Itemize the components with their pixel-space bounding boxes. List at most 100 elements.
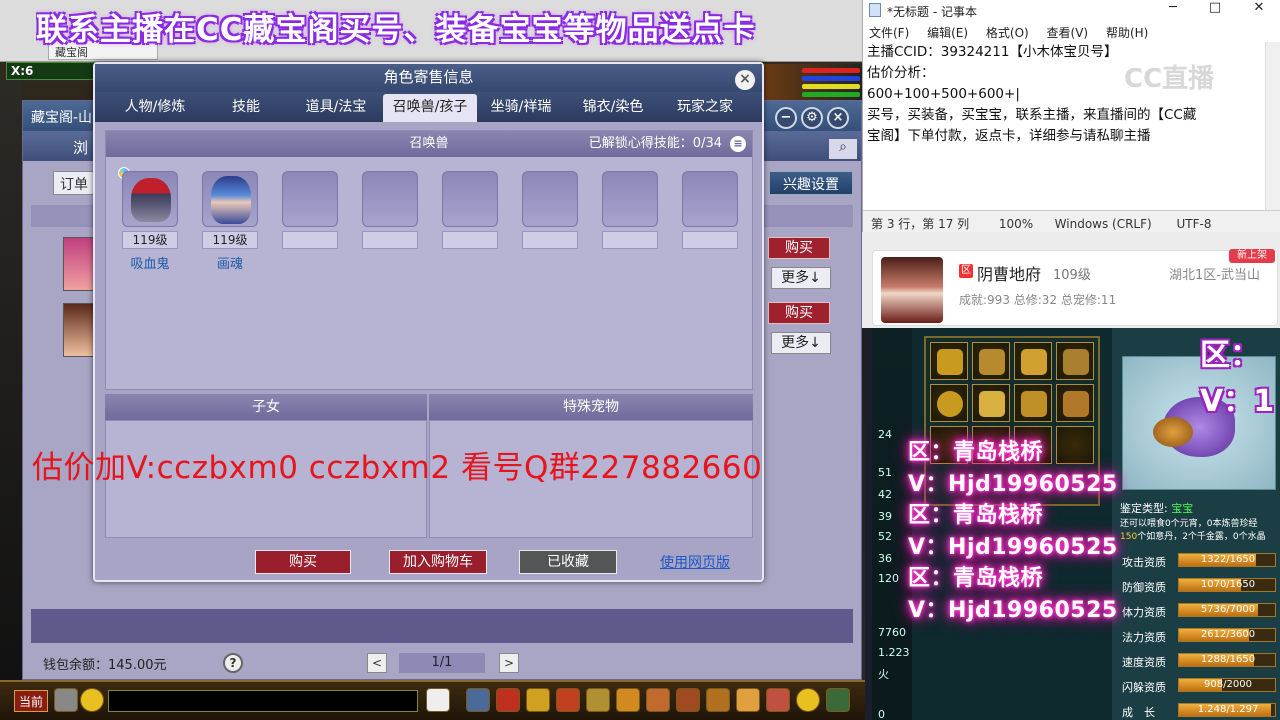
minimize-button[interactable]: ─ bbox=[1153, 0, 1193, 20]
chat-input[interactable] bbox=[108, 690, 418, 712]
text-line: 买号，买装备，买宝宝，联系主播，来直播间的【CC藏 bbox=[867, 107, 1197, 123]
tab-mounts[interactable]: 坐骑/祥瑞 bbox=[481, 94, 561, 122]
menu-view[interactable]: 查看(V) bbox=[1047, 26, 1089, 40]
pet-slot-empty bbox=[362, 171, 418, 227]
bell-icon bbox=[979, 391, 1005, 417]
items-icon[interactable] bbox=[496, 688, 520, 712]
equip-slot[interactable] bbox=[972, 342, 1010, 380]
smile-icon[interactable] bbox=[796, 688, 820, 712]
equip-slot[interactable] bbox=[930, 384, 968, 422]
equip-slot[interactable] bbox=[1056, 342, 1094, 380]
equip-slot[interactable] bbox=[1014, 342, 1052, 380]
attack-icon[interactable] bbox=[466, 688, 490, 712]
pet-level-empty bbox=[282, 231, 338, 249]
quests-icon[interactable] bbox=[646, 688, 670, 712]
pet-slot-empty bbox=[442, 171, 498, 227]
exp-bar bbox=[802, 92, 860, 97]
pet-name[interactable]: 吸血鬼 bbox=[122, 253, 178, 272]
pet-level: 119级 bbox=[122, 231, 178, 249]
chat-channel-current[interactable]: 当前 bbox=[14, 690, 48, 712]
next-page-button[interactable]: > bbox=[499, 653, 519, 673]
aptitude-label: 法力资质 bbox=[1122, 631, 1166, 644]
aptitude-bar: 1288/1650 bbox=[1178, 653, 1276, 667]
team-icon[interactable] bbox=[586, 688, 610, 712]
account-card[interactable]: 区 阴曹地府 109级 湖北1区-武当山 成就:993 总修:32 总宠修:11… bbox=[872, 249, 1278, 326]
emoji-icon[interactable] bbox=[80, 688, 104, 712]
promo-banner-overlay: 联系主播在CC藏宝阁买号、装备宝宝等物品送点卡 bbox=[36, 12, 756, 48]
pet-level-empty bbox=[522, 231, 578, 249]
aptitude-value: 908/2000 bbox=[1204, 679, 1252, 690]
character-stats: 成就:993 总修:32 总宠修:11 bbox=[959, 293, 1117, 307]
tab-home[interactable]: 玩家之家 bbox=[665, 94, 745, 122]
game-bottom-hud: 当前 bbox=[0, 680, 865, 720]
buy-button[interactable]: 购买 bbox=[768, 302, 830, 324]
neon-region-line: 区：青岛栈桥 bbox=[908, 503, 1044, 528]
tab-outfits[interactable]: 锦衣/染色 bbox=[573, 94, 653, 122]
menu-icon[interactable]: ≡ bbox=[730, 136, 746, 152]
server-name: 湖北1区-武当山 bbox=[1169, 268, 1260, 283]
game-client: 藏宝阁 联系主播在CC藏宝阁买号、装备宝宝等物品送点卡 X:6 藏宝阁-山 − … bbox=[0, 0, 865, 720]
list-item-avatar[interactable] bbox=[63, 237, 95, 291]
activity-icon[interactable] bbox=[766, 688, 790, 712]
avatar bbox=[881, 257, 943, 323]
list-item-avatar[interactable] bbox=[63, 303, 95, 357]
sub-section-headers: 子女 特殊宠物 bbox=[105, 394, 753, 420]
aptitude-bar: 2612/3600 bbox=[1178, 628, 1276, 642]
menu-help[interactable]: 帮助(H) bbox=[1106, 26, 1148, 40]
tab-pets[interactable]: 召唤兽/孩子 bbox=[383, 94, 477, 122]
pet-slot[interactable] bbox=[202, 171, 258, 227]
attribute-strip: 24 51 42 39 52 36 120 7760 1.223 火 0 bbox=[872, 328, 912, 720]
aptitude-value: 2612/3600 bbox=[1200, 629, 1256, 640]
system-icon[interactable] bbox=[826, 688, 850, 712]
tab-items[interactable]: 道具/法宝 bbox=[293, 94, 379, 122]
equip-slot[interactable] bbox=[930, 342, 968, 380]
cursor-position: 第 3 行，第 17 列 bbox=[871, 217, 970, 231]
buy-button[interactable]: 购买 bbox=[768, 237, 830, 259]
menu-format[interactable]: 格式(O) bbox=[986, 26, 1029, 40]
more-button[interactable]: 更多↓ bbox=[771, 332, 831, 354]
vertical-scrollbar[interactable] bbox=[1265, 42, 1280, 210]
tab-skills[interactable]: 技能 bbox=[211, 94, 281, 122]
prev-page-button[interactable]: < bbox=[367, 653, 387, 673]
settings-icon[interactable]: ⚙ bbox=[801, 107, 823, 129]
menu-file[interactable]: 文件(F) bbox=[869, 26, 909, 40]
tab-character[interactable]: 人物/修炼 bbox=[113, 94, 197, 122]
search-icon[interactable]: ⌕ bbox=[829, 139, 857, 159]
menu-edit[interactable]: 编辑(E) bbox=[927, 26, 968, 40]
more-button[interactable]: 更多↓ bbox=[771, 267, 831, 289]
add-to-cart-button[interactable]: 加入购物车 bbox=[389, 550, 487, 574]
painted-soul-pet-icon bbox=[211, 176, 251, 224]
help-icon[interactable]: ? bbox=[223, 653, 243, 673]
guild-icon[interactable] bbox=[676, 688, 700, 712]
skills-icon[interactable] bbox=[616, 688, 640, 712]
minimize-icon[interactable]: − bbox=[775, 107, 797, 129]
equip-slot[interactable] bbox=[1014, 384, 1052, 422]
pet-hud-icon[interactable] bbox=[426, 688, 450, 712]
close-icon[interactable]: × bbox=[735, 70, 755, 90]
vampire-pet-icon bbox=[131, 178, 171, 222]
aptitude-value: 1.248/1.297 bbox=[1197, 704, 1259, 715]
pet-slot[interactable] bbox=[122, 171, 178, 227]
aptitude-label: 成 长 bbox=[1122, 706, 1155, 719]
player-status-bars bbox=[762, 64, 865, 100]
attr-value: 52 bbox=[878, 530, 892, 543]
estimate-overlay-text: 估价加V:cczbxm0 cczbxm2 看号Q群227882660 bbox=[32, 450, 763, 486]
close-button[interactable]: ✕ bbox=[1239, 0, 1279, 20]
favorited-button[interactable]: 已收藏 bbox=[519, 550, 617, 574]
interest-settings-button[interactable]: 兴趣设置 bbox=[769, 171, 853, 195]
close-icon[interactable]: × bbox=[827, 107, 849, 129]
nav-browse[interactable]: 浏 bbox=[73, 139, 88, 157]
pet-name[interactable]: 画魂 bbox=[202, 253, 258, 272]
use-web-version-link[interactable]: 使用网页版 bbox=[660, 552, 730, 572]
attr-value: 1.223 bbox=[878, 646, 910, 659]
shop-icon[interactable] bbox=[736, 688, 760, 712]
trade-icon[interactable] bbox=[556, 688, 580, 712]
buy-button[interactable]: 购买 bbox=[255, 550, 351, 574]
friends-icon[interactable] bbox=[706, 688, 730, 712]
mic-icon[interactable] bbox=[54, 688, 78, 712]
equip-slot[interactable] bbox=[1056, 384, 1094, 422]
maximize-button[interactable]: □ bbox=[1195, 0, 1235, 20]
give-icon[interactable] bbox=[526, 688, 550, 712]
equip-slot[interactable] bbox=[972, 384, 1010, 422]
cc-live-watermark-logo: CC直播 bbox=[1124, 64, 1215, 94]
